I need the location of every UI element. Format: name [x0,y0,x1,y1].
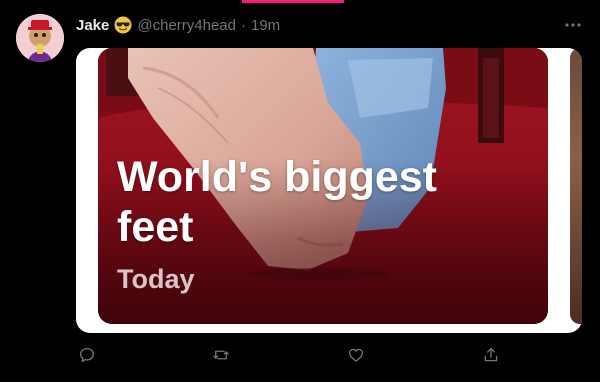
media-card[interactable]: World's biggest feet Today [98,48,548,324]
author-name[interactable]: Jake [76,17,109,34]
reply-button[interactable] [76,344,98,366]
comment-icon [79,347,95,363]
sunglasses-face-icon [114,16,132,34]
avatar[interactable] [16,14,64,62]
next-media-card[interactable] [570,48,582,324]
author-handle[interactable]: @cherry4head [137,17,236,34]
retweet-icon [213,350,229,360]
tweet-actions [76,344,522,366]
card-subtitle: Today [117,264,195,294]
like-button[interactable] [345,344,367,366]
card-title: World's biggest feet [117,153,438,251]
share-button[interactable] [480,344,502,366]
more-horizontal-icon[interactable] [562,14,584,36]
progress-indicator [242,0,344,3]
share-icon [484,347,498,362]
heart-icon [348,348,364,362]
tweet-header: Jake @cherry4head · 19m [76,14,280,36]
media-carousel[interactable]: World's biggest feet Today [76,48,582,333]
timestamp[interactable]: 19m [251,17,280,34]
separator-dot: · [241,16,246,34]
retweet-button[interactable] [210,344,232,366]
